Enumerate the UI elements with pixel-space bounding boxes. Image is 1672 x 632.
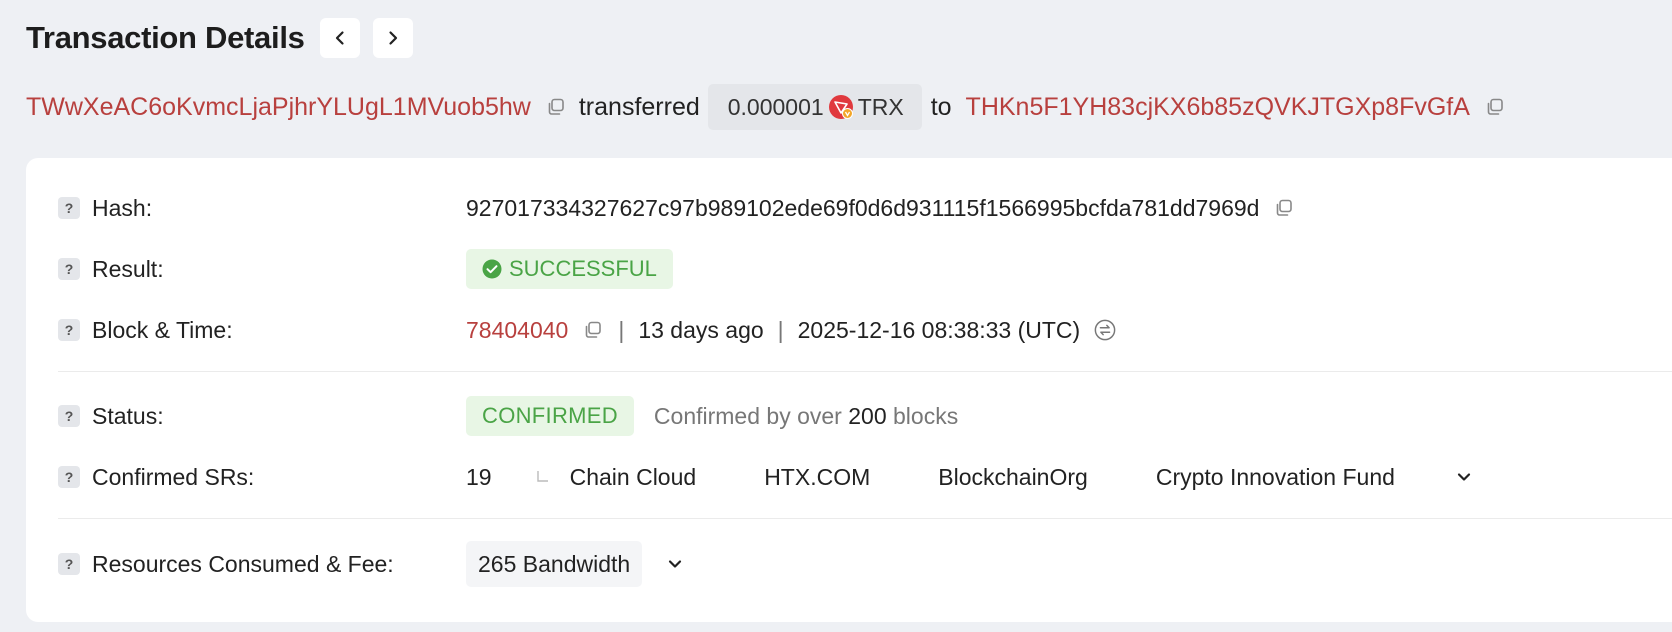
amount-badge: 0.000001 TRX: [707, 84, 922, 130]
amount-value: 0.000001: [727, 93, 824, 120]
result-badge: SUCCESSFUL: [466, 249, 673, 289]
help-icon[interactable]: ?: [58, 405, 80, 427]
separator: |: [618, 316, 625, 343]
hash-value-group: 927017334327627c97b989102ede69f0d6d93111…: [466, 188, 1295, 228]
sr-name[interactable]: Chain Cloud: [570, 464, 697, 491]
time-ago: 13 days ago: [638, 316, 764, 343]
confirmations-suffix: blocks: [893, 402, 959, 429]
hash-row-label: ? Hash:: [58, 188, 152, 228]
result-value-group: SUCCESSFUL: [466, 249, 673, 289]
copy-hash-icon[interactable]: [1273, 197, 1295, 219]
confirmed-srs-label: Confirmed SRs:: [92, 463, 255, 490]
trx-token-icon: [828, 94, 854, 120]
sr-name[interactable]: HTX.COM: [764, 464, 870, 491]
to-address-link[interactable]: THKn5F1YH83cjKX6b85zQVKJTGXp8FvGfA: [966, 93, 1470, 122]
expand-resources-button[interactable]: [660, 549, 690, 579]
expand-srs-button[interactable]: [1449, 462, 1479, 492]
separator: |: [777, 316, 784, 343]
confirmations-text: Confirmed by over 200 blocks: [654, 403, 958, 430]
divider: [58, 371, 1672, 372]
transfer-summary: TWwXeAC6oKvmcLjaPjhrYLUgL1MVuob5hw trans…: [26, 84, 1506, 130]
next-transaction-button[interactable]: [372, 18, 413, 58]
timestamp: 2025-12-16 08:38:33 (UTC): [797, 316, 1081, 343]
check-circle-icon: [482, 259, 502, 279]
confirmations-prefix: Confirmed by over: [653, 402, 842, 429]
help-icon[interactable]: ?: [58, 319, 80, 341]
status-value-group: CONFIRMED Confirmed by over 200 blocks: [466, 396, 958, 436]
help-icon[interactable]: ?: [58, 553, 80, 575]
help-icon[interactable]: ?: [58, 258, 80, 280]
resources-row-label: ? Resources Consumed & Fee:: [58, 544, 394, 584]
block-number-link[interactable]: 78404040: [466, 317, 568, 344]
page-title: Transaction Details: [26, 20, 305, 55]
result-row-label: ? Result:: [58, 249, 164, 289]
status-value: CONFIRMED: [482, 403, 618, 428]
copy-to-address-icon[interactable]: [1484, 96, 1506, 118]
resources-label: Resources Consumed & Fee:: [92, 550, 394, 577]
details-card: ? Hash: 927017334327627c97b989102ede69f0…: [26, 158, 1672, 622]
status-badge: CONFIRMED: [466, 396, 634, 436]
block-time-value-group: 78404040 | 13 days ago | 2025-12-16 08:3…: [466, 310, 1116, 350]
status-row-label: ? Status:: [58, 396, 164, 436]
transferred-text: transferred: [578, 92, 700, 121]
sr-name[interactable]: Crypto Innovation Fund: [1156, 464, 1395, 491]
confirmed-srs-value-group: 19 Chain Cloud HTX.COM BlockchainOrg Cry…: [466, 457, 1479, 497]
help-icon[interactable]: ?: [58, 466, 80, 488]
bandwidth-badge: 265 Bandwidth: [466, 541, 643, 587]
chevron-down-icon: [1457, 473, 1471, 481]
status-label: Status:: [92, 402, 164, 429]
confirmed-srs-row-label: ? Confirmed SRs:: [58, 457, 254, 497]
from-address-link[interactable]: TWwXeAC6oKvmcLjaPjhrYLUgL1MVuob5hw: [26, 93, 531, 122]
result-value: SUCCESSFUL: [509, 256, 657, 281]
token-symbol: TRX: [857, 93, 904, 120]
page-header: Transaction Details: [26, 16, 413, 60]
copy-block-icon[interactable]: [582, 319, 604, 341]
sr-name[interactable]: BlockchainOrg: [938, 464, 1088, 491]
block-time-row-label: ? Block & Time:: [58, 310, 233, 350]
tree-corner-icon: [536, 470, 550, 484]
prev-transaction-button[interactable]: [319, 18, 360, 58]
timezone-switch-icon[interactable]: [1094, 319, 1116, 341]
block-time-label: Block & Time:: [92, 316, 233, 343]
hash-label: Hash:: [92, 194, 153, 221]
to-text: to: [930, 92, 952, 121]
chevron-left-icon: [335, 31, 344, 45]
confirmations-count: 200: [848, 402, 887, 429]
bandwidth-value: 265 Bandwidth: [478, 550, 631, 577]
copy-from-address-icon[interactable]: [545, 96, 567, 118]
divider: [58, 518, 1672, 519]
chevron-down-icon: [669, 560, 682, 568]
resources-value-group: 265 Bandwidth: [466, 541, 690, 587]
chevron-right-icon: [388, 31, 397, 45]
result-label: Result:: [92, 255, 164, 282]
help-icon[interactable]: ?: [58, 197, 80, 219]
sr-count: 19: [466, 463, 492, 490]
hash-value: 927017334327627c97b989102ede69f0d6d93111…: [466, 194, 1260, 221]
